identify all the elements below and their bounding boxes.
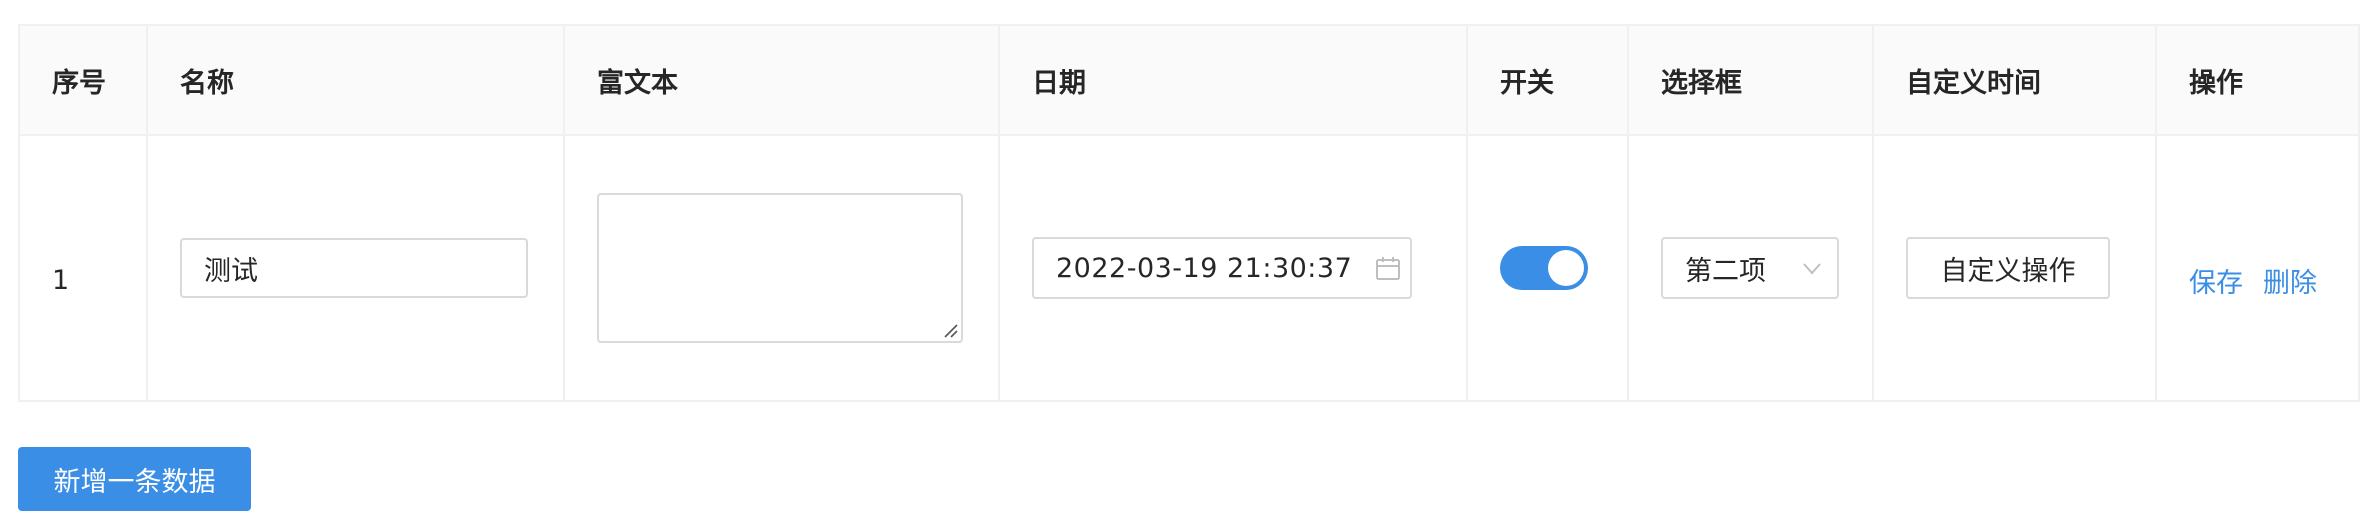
header-rich-text: 富文本 <box>563 24 1000 136</box>
cell-index: 1 <box>18 134 148 402</box>
date-picker[interactable]: 2022-03-19 21:30:37 <box>1032 237 1412 299</box>
row-actions: 保存 删除 <box>2189 237 2358 300</box>
header-select: 选择框 <box>1627 24 1874 136</box>
delete-link[interactable]: 删除 <box>2263 261 2317 300</box>
cell-custom-time: 自定义操作 <box>1872 134 2157 402</box>
header-actions: 操作 <box>2155 24 2360 136</box>
date-value: 2022-03-19 21:30:37 <box>1056 252 1353 284</box>
chevron-down-icon <box>1803 263 1821 275</box>
row-index: 1 <box>52 264 70 296</box>
select-value: 第二项 <box>1685 255 1766 287</box>
header-custom-time: 自定义时间 <box>1872 24 2157 136</box>
cell-select: 第二项 <box>1627 134 1874 402</box>
header-index: 序号 <box>18 24 148 136</box>
table-row: 1 测试 2022-03-19 21:30:37 第二项 自定义操作 保存 删除 <box>18 134 2360 402</box>
calendar-icon[interactable] <box>1374 254 1402 282</box>
custom-action-button[interactable]: 自定义操作 <box>1906 237 2110 299</box>
header-date: 日期 <box>998 24 1468 136</box>
name-input[interactable]: 测试 <box>180 238 528 298</box>
cell-date: 2022-03-19 21:30:37 <box>998 134 1468 402</box>
rich-text-textarea[interactable] <box>597 193 963 343</box>
switch-knob <box>1548 250 1584 286</box>
data-table: 序号 名称 富文本 日期 开关 选择框 自定义时间 操作 1 测试 2022-0… <box>18 24 2360 402</box>
cell-actions: 保存 删除 <box>2155 134 2360 402</box>
save-link[interactable]: 保存 <box>2189 261 2243 300</box>
header-name: 名称 <box>146 24 565 136</box>
resize-grip-icon[interactable] <box>942 322 958 338</box>
enable-switch[interactable] <box>1500 246 1588 290</box>
option-select[interactable]: 第二项 <box>1661 237 1839 299</box>
cell-name: 测试 <box>146 134 565 402</box>
table-header-row: 序号 名称 富文本 日期 开关 选择框 自定义时间 操作 <box>18 24 2360 136</box>
add-row-button[interactable]: 新增一条数据 <box>18 447 251 511</box>
cell-rich-text <box>563 134 1000 402</box>
cell-switch <box>1466 134 1629 402</box>
header-switch: 开关 <box>1466 24 1629 136</box>
